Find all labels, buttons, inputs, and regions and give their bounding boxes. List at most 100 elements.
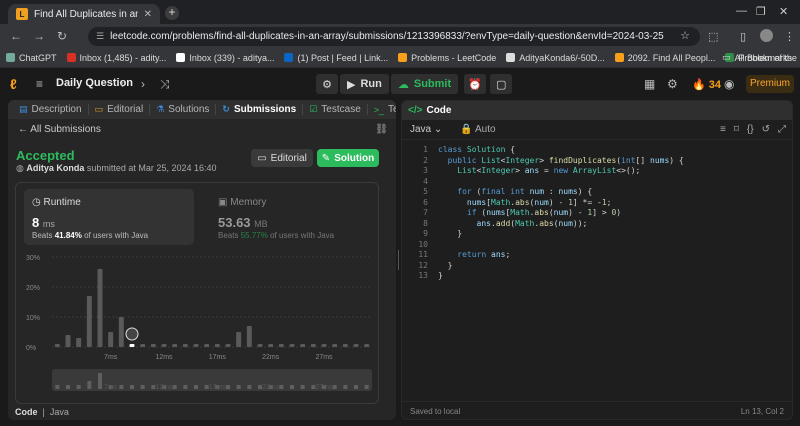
tab-description[interactable]: ▤ Description: [13, 104, 89, 115]
code-tab[interactable]: </> Code: [408, 105, 451, 116]
settings-gear-icon[interactable]: ⚙: [667, 77, 678, 91]
line-number: 4: [423, 176, 428, 186]
reset-icon[interactable]: ↺: [762, 124, 770, 135]
tab-testcase[interactable]: ☑ Testcase: [303, 104, 368, 115]
code-line[interactable]: class Solution {: [428, 145, 515, 155]
code-line[interactable]: ans.add(Math.abs(num));: [428, 219, 588, 229]
timer-button[interactable]: ⏰: [464, 74, 487, 94]
chart-bar: [321, 344, 327, 347]
browser-tab-title: Find All Duplicates in an Array: [34, 8, 138, 20]
submission-panel: ▤ Description ▭ Editorial ⚗ Solutions ↻ Submiss…: [8, 100, 396, 420]
format-icon[interactable]: ≡: [720, 124, 726, 135]
site-info-icon[interactable]: ☰: [96, 31, 104, 42]
reload-icon[interactable]: ↻: [57, 29, 67, 43]
streak-counter[interactable]: 🔥 34: [692, 78, 721, 91]
code-line[interactable]: }: [428, 271, 443, 281]
notes-button[interactable]: ▢: [490, 74, 513, 94]
bookmark-item[interactable]: Inbox (339) - aditya...: [176, 53, 274, 63]
editorial-button[interactable]: ▭ Editorial: [251, 149, 313, 167]
problem-list-icon[interactable]: ≡: [36, 77, 43, 91]
share-link-icon[interactable]: ⛓: [375, 124, 388, 135]
submissions-icon: ↻: [222, 104, 230, 114]
submitter-name[interactable]: Aditya Konda: [26, 163, 84, 173]
bookmark-item[interactable]: AdityaKonda6/-50D...: [506, 53, 605, 63]
bookmark-item[interactable]: 2092. Find All Peopl...: [614, 53, 715, 63]
overview-bar: [343, 385, 348, 389]
bookmark-item[interactable]: (1) Post | Feed | Link...: [284, 53, 388, 63]
book-icon: ▭: [257, 152, 267, 164]
run-button[interactable]: ▶ Run: [340, 74, 389, 94]
bookmark-item[interactable]: Inbox (1,485) - adity...: [66, 53, 166, 63]
code-line[interactable]: public List<Integer> findDuplicates(int[…: [428, 156, 684, 166]
testcase-icon: ☑: [309, 104, 318, 114]
close-window-icon[interactable]: ✕: [779, 5, 788, 18]
browser-tab[interactable]: L Find All Duplicates in an Array ✕: [8, 4, 160, 24]
tab-test-result[interactable]: >_Test Result: [368, 104, 396, 115]
sidepanel-icon[interactable]: ▯: [740, 30, 746, 43]
overview-bar: [194, 385, 198, 389]
premium-button[interactable]: Premium: [746, 75, 794, 93]
code-line[interactable]: List<Integer> ans = new ArrayList<>();: [428, 166, 640, 176]
runtime-value: 8 ms: [32, 215, 55, 230]
bookmark-star-icon[interactable]: ☆: [680, 29, 690, 42]
next-problem-icon[interactable]: ›: [141, 77, 145, 91]
x-tick-label: 22ms: [262, 354, 280, 361]
runtime-card[interactable]: ◷ Runtime 8 ms Beats 41.84% of users wit…: [24, 189, 194, 245]
code-line[interactable]: nums[Math.abs(num) - 1] *= -1;: [428, 198, 612, 208]
editorial-icon: ▭: [94, 104, 104, 114]
tab-editorial[interactable]: ▭ Editorial: [89, 104, 151, 115]
code-editor[interactable]: 1 class Solution { 2 public List<Integer>…: [402, 143, 792, 401]
tab-solutions[interactable]: ⚗ Solutions: [150, 104, 217, 115]
overview-bar: [183, 385, 188, 389]
user-avatar-icon[interactable]: ◉: [724, 77, 734, 91]
panel-splitter[interactable]: [397, 100, 400, 420]
address-bar[interactable]: ☰ leetcode.com/problems/find-all-duplica…: [88, 27, 700, 46]
prev-problem-icon[interactable]: ‹: [120, 77, 124, 91]
new-tab-button[interactable]: +: [165, 6, 179, 20]
menu-icon[interactable]: ⋮: [784, 30, 795, 43]
code-tab-label: Code: [426, 105, 452, 116]
status-accepted: Accepted: [16, 148, 75, 163]
profile-avatar[interactable]: [760, 29, 773, 42]
chart-bar: [150, 344, 156, 347]
all-submissions-link[interactable]: ← All Submissions: [18, 124, 101, 135]
solution-button[interactable]: ✎ Solution: [317, 149, 379, 167]
notes-icon: ▢: [495, 78, 507, 91]
code-line[interactable]: [428, 240, 438, 250]
all-bookmarks-button[interactable]: ▭ All Bookmarks: [722, 52, 792, 63]
pencil-icon: ✎: [321, 152, 331, 164]
shuffle-icon[interactable]: ⤨: [160, 77, 170, 92]
submitted-time: submitted at Mar 25, 2024 16:40: [86, 163, 217, 173]
memory-beats: Beats 55.77% of users with Java: [218, 231, 335, 240]
code-line[interactable]: }: [428, 229, 462, 239]
leetcode-logo-icon[interactable]: ℓ: [10, 76, 26, 92]
code-line[interactable]: [428, 177, 438, 187]
language-select[interactable]: Java ⌄: [410, 124, 442, 135]
braces-icon[interactable]: {}: [747, 124, 754, 135]
debug-button[interactable]: ⚙: [316, 74, 338, 94]
cloud-upload-icon: ☁: [397, 78, 409, 91]
fullscreen-icon[interactable]: ⤢: [778, 124, 786, 135]
forward-icon[interactable]: →: [33, 29, 45, 43]
memory-card[interactable]: ▣ Memory 53.63 MB Beats 55.77% of users …: [210, 189, 370, 245]
browser-tab-strip: L Find All Duplicates in an Array ✕ + — …: [0, 0, 800, 24]
maximize-icon[interactable]: ❐: [756, 5, 766, 18]
play-icon: ▶: [347, 78, 356, 91]
code-line[interactable]: return ans;: [428, 250, 510, 260]
code-line[interactable]: if (nums[Math.abs(num) - 1] > 0): [428, 208, 621, 218]
auto-mode[interactable]: 🔒 Auto: [460, 124, 495, 135]
back-icon[interactable]: ←: [10, 29, 22, 43]
runtime-distribution-chart[interactable]: 30% 20% 10% 0% 7ms 12ms 17ms 22ms 27ms 7ms 12ms 17m…: [16, 251, 380, 403]
submit-button[interactable]: ☁ Submit: [390, 74, 459, 94]
minimize-icon[interactable]: —: [736, 5, 747, 17]
layout-icon[interactable]: ▦: [644, 77, 655, 91]
extensions-icon[interactable]: ⬚: [708, 30, 718, 43]
code-line[interactable]: }: [428, 261, 453, 271]
editor-status-bar: Saved to local Ln 13, Col 2: [402, 401, 792, 419]
tab-submissions[interactable]: ↻ Submissions: [216, 104, 304, 115]
bookmark-item[interactable]: Problems - LeetCode: [398, 53, 496, 63]
bookmark-item[interactable]: ChatGPT: [6, 53, 57, 63]
code-line[interactable]: for (final int num : nums) {: [428, 187, 592, 197]
bookmark-icon[interactable]: ⌑: [734, 124, 739, 135]
close-tab-icon[interactable]: ✕: [144, 9, 152, 20]
